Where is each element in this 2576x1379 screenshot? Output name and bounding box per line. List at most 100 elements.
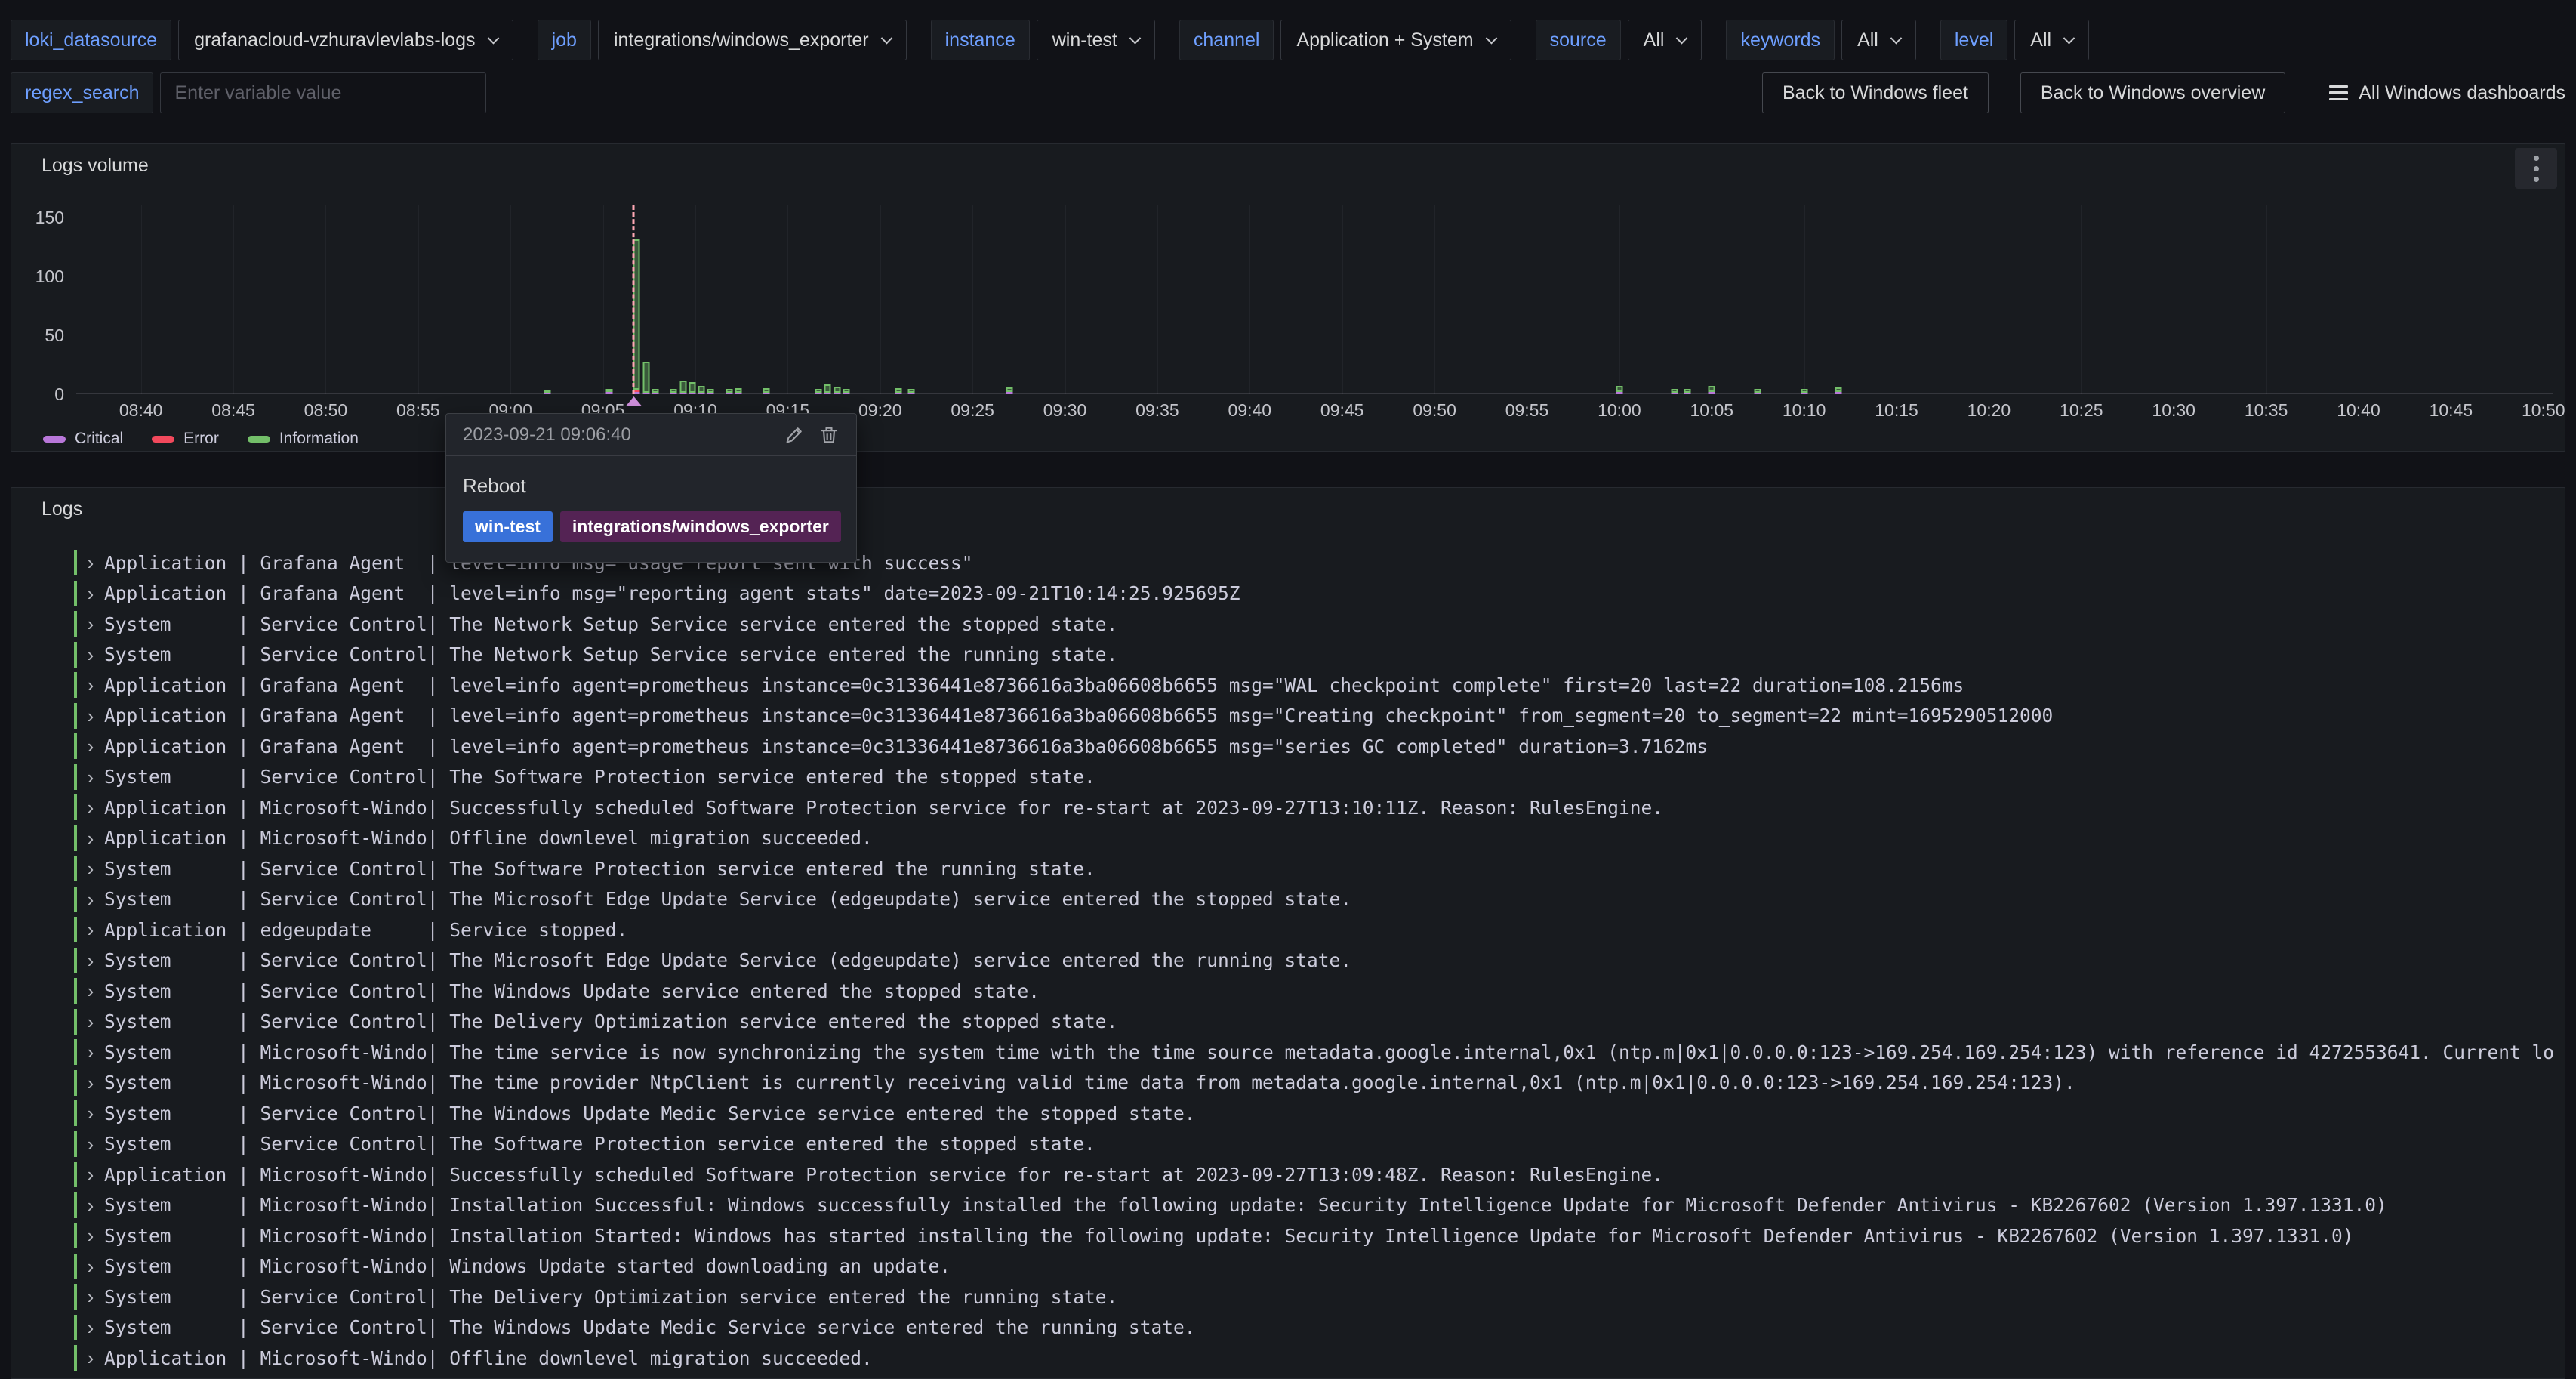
variable-dropdown[interactable]: win-test <box>1037 20 1155 60</box>
x-gridline <box>418 205 419 394</box>
expand-chevron-icon: › <box>77 581 104 606</box>
expand-chevron-icon: › <box>77 1345 104 1371</box>
log-row[interactable]: › System | Microsoft-Windo| Installation… <box>74 1190 2554 1221</box>
variable-label: source <box>1536 20 1621 60</box>
variable-dropdown[interactable]: integrations/windows_exporter <box>598 20 907 60</box>
log-row[interactable]: › Application | edgeupdate | Service sto… <box>74 915 2554 946</box>
critical-segment <box>698 393 705 394</box>
critical-segment <box>707 393 714 394</box>
volume-bar <box>834 387 840 394</box>
variable-dropdown[interactable]: grafanacloud-vzhuravlevlabs-logs <box>178 20 513 60</box>
log-row[interactable]: › System | Service Control| The Windows … <box>74 1098 2554 1129</box>
log-row[interactable]: › System | Service Control| The Software… <box>74 762 2554 793</box>
x-axis-tick-label: 08:55 <box>396 400 440 421</box>
x-gridline <box>2081 205 2082 394</box>
log-row[interactable]: › Application | Microsoft-Windo| Success… <box>74 1159 2554 1190</box>
log-row[interactable]: › Application | Microsoft-Windo| Offline… <box>74 823 2554 854</box>
x-axis-tick-label: 09:35 <box>1135 400 1179 421</box>
critical-segment <box>679 393 686 394</box>
regex-search-input[interactable] <box>160 72 486 113</box>
log-row[interactable]: › Application | Microsoft-Windo| Offline… <box>74 1343 2554 1374</box>
volume-bar <box>544 390 551 394</box>
log-row[interactable]: › System | Service Control| The Network … <box>74 609 2554 640</box>
expand-chevron-icon: › <box>77 1223 104 1248</box>
log-row[interactable]: › System | Service Control| The Windows … <box>74 1313 2554 1344</box>
delete-trash-icon[interactable] <box>818 424 840 446</box>
log-line-text: System | Service Control| The Microsoft … <box>104 949 1351 971</box>
log-row[interactable]: › Application | Grafana Agent | level=in… <box>74 701 2554 732</box>
expand-chevron-icon: › <box>77 794 104 820</box>
variable-dropdown[interactable]: All <box>1628 20 1702 60</box>
log-row[interactable]: › Application | Grafana Agent | level=in… <box>74 578 2554 609</box>
annotation-line <box>633 205 635 394</box>
log-line-text: Application | Grafana Agent | level=info… <box>104 582 1240 604</box>
variable-label: loki_datasource <box>11 20 171 60</box>
log-row[interactable]: › System | Service Control| The Network … <box>74 640 2554 671</box>
legend-item[interactable]: Information <box>248 430 359 448</box>
x-axis-tick-label: 10:05 <box>1690 400 1733 421</box>
variable-dropdown[interactable]: All <box>2014 20 2089 60</box>
log-row[interactable]: › System | Service Control| The Delivery… <box>74 1007 2554 1038</box>
x-axis-tick-label: 10:30 <box>2152 400 2195 421</box>
toolbar-right: Back to Windows fleet Back to Windows ove… <box>1762 72 2565 113</box>
x-axis-tick-label: 08:40 <box>119 400 163 421</box>
x-gridline <box>1065 205 1066 394</box>
variable-value: All <box>2030 29 2051 51</box>
legend-item[interactable]: Error <box>152 430 219 448</box>
log-row[interactable]: › System | Service Control| The Microsof… <box>74 884 2554 915</box>
volume-bar <box>763 388 769 394</box>
log-line-text: System | Service Control| The Network Se… <box>104 643 1117 665</box>
log-row[interactable]: › System | Microsoft-Windo| Installation… <box>74 1220 2554 1251</box>
nav-button[interactable]: Back to Windows fleet <box>1762 72 1989 113</box>
critical-segment <box>895 393 902 394</box>
legend-label: Critical <box>75 430 123 448</box>
log-row[interactable]: › System | Microsoft-Windo| Windows Upda… <box>74 1251 2554 1282</box>
critical-segment <box>843 393 849 394</box>
variable-label: instance <box>931 20 1030 60</box>
logs-volume-panel-title[interactable]: Logs volume <box>42 155 149 177</box>
log-line-text: System | Microsoft-Windo| The time servi… <box>104 1041 2554 1063</box>
chevron-down-icon <box>2063 32 2075 44</box>
log-row[interactable]: › System | Service Control| The Software… <box>74 853 2554 884</box>
x-gridline <box>1804 205 1805 394</box>
log-line-text: System | Service Control| The Software P… <box>104 766 1095 788</box>
log-row[interactable]: › System | Service Control| The Microsof… <box>74 946 2554 976</box>
log-line-text: System | Service Control| The Microsoft … <box>104 888 1351 910</box>
log-row[interactable]: › Application | Microsoft-Windo| Success… <box>74 792 2554 823</box>
x-axis-tick-label: 10:25 <box>2060 400 2103 421</box>
log-line-text: Application | Grafana Agent | level=info… <box>104 736 1708 757</box>
log-line-text: System | Microsoft-Windo| Windows Update… <box>104 1255 951 1277</box>
log-row[interactable]: › System | Microsoft-Windo| The time pro… <box>74 1068 2554 1099</box>
critical-segment <box>735 393 742 394</box>
log-line-text: Application | edgeupdate | Service stopp… <box>104 919 627 941</box>
variable-dropdown[interactable]: Application + System <box>1280 20 1511 60</box>
critical-segment <box>763 393 769 394</box>
critical-segment <box>1709 392 1715 394</box>
logs-volume-plot[interactable]: 050100150 <box>76 205 2553 394</box>
log-row[interactable]: › System | Microsoft-Windo| The time ser… <box>74 1037 2554 1068</box>
legend-item[interactable]: Critical <box>43 430 123 448</box>
edit-pencil-icon[interactable] <box>784 424 805 446</box>
log-row[interactable]: › System | Service Control| The Software… <box>74 1129 2554 1160</box>
all-windows-dashboards-link[interactable]: All Windows dashboards <box>2329 82 2565 104</box>
volume-bar <box>698 386 705 394</box>
log-line-text: System | Microsoft-Windo| The time provi… <box>104 1072 2075 1094</box>
log-row[interactable]: › Application | Grafana Agent | level=in… <box>74 670 2554 701</box>
variable-value: win-test <box>1052 29 1117 51</box>
logs-panel-title[interactable]: Logs <box>42 498 82 520</box>
expand-chevron-icon: › <box>77 1162 104 1187</box>
critical-segment <box>824 393 831 394</box>
log-row[interactable]: › System | Service Control| The Windows … <box>74 976 2554 1007</box>
template-variable: source All <box>1536 20 1702 60</box>
panel-menu-kebab-icon[interactable] <box>2515 148 2557 189</box>
nav-button[interactable]: Back to Windows overview <box>2020 72 2285 113</box>
variable-dropdown[interactable]: All <box>1841 20 1916 60</box>
annotation-tooltip-body: Reboot win-testintegrations/windows_expo… <box>446 456 856 562</box>
log-row[interactable]: › Application | Grafana Agent | level=in… <box>74 731 2554 762</box>
log-row[interactable]: › System | Service Control| The Delivery… <box>74 1282 2554 1313</box>
critical-segment <box>605 392 612 394</box>
volume-bar <box>824 384 831 394</box>
log-line-text: System | Service Control| The Software P… <box>104 1133 1095 1155</box>
log-line-text: System | Microsoft-Windo| Installation S… <box>104 1225 2354 1247</box>
x-gridline <box>510 205 511 394</box>
